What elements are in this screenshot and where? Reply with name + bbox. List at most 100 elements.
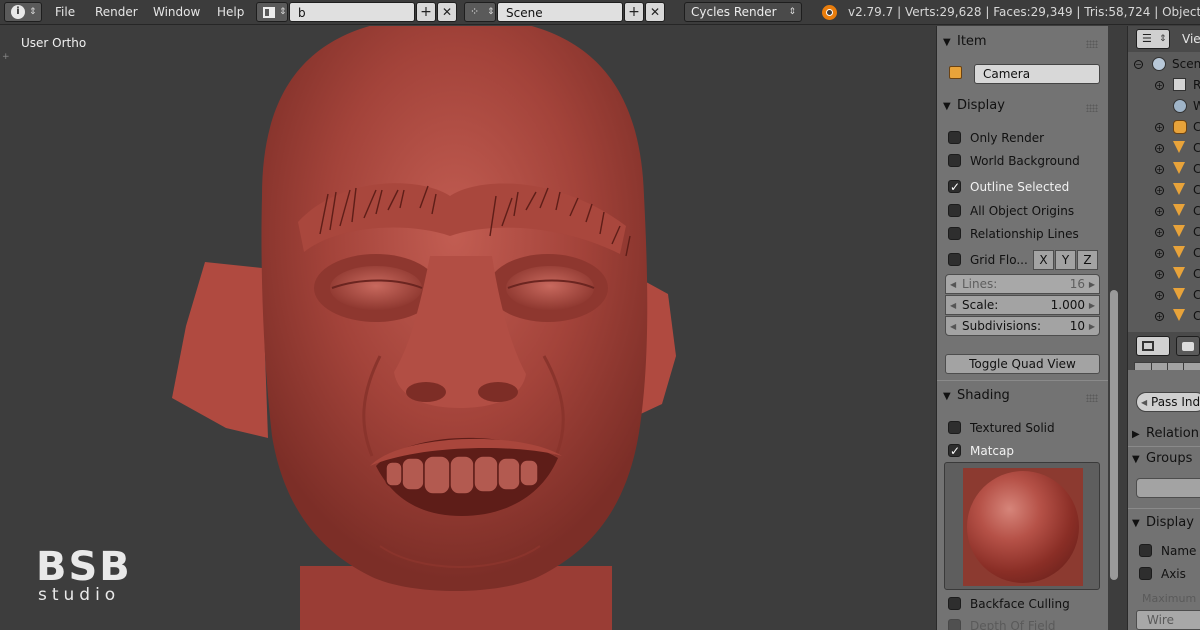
show-name-checkbox[interactable]: Name <box>1139 542 1196 560</box>
toggle-quad-view-button[interactable]: Toggle Quad View <box>945 354 1100 374</box>
groups-panel-header[interactable]: ▼ Groups <box>1132 449 1192 469</box>
outliner-camera-row[interactable]: + C <box>1128 117 1200 138</box>
render-tab-button[interactable] <box>1176 336 1200 356</box>
relations-panel-header[interactable]: ▶ Relation <box>1132 424 1199 444</box>
item-panel-header[interactable]: ▼ Item <box>943 32 987 52</box>
expand-icon[interactable]: + <box>1155 228 1164 237</box>
screen-layout-name-field[interactable]: b <box>289 2 415 22</box>
screen-layout-button[interactable]: ⇕ <box>256 2 288 22</box>
increment-arrow-icon[interactable]: ▶ <box>1089 275 1095 294</box>
grid-subdivisions-field[interactable]: ◀ Subdivisions: 10 ▶ <box>945 316 1100 336</box>
decrement-arrow-icon[interactable]: ◀ <box>950 275 956 294</box>
outliner-mesh-row[interactable]: + C <box>1128 243 1200 264</box>
add-to-group-button[interactable] <box>1136 478 1200 498</box>
expand-icon[interactable]: + <box>1155 186 1164 195</box>
backface-culling-checkbox[interactable]: Backface Culling <box>948 595 1070 613</box>
checkbox-box[interactable] <box>948 253 961 266</box>
outline-selected-checkbox[interactable]: Outline Selected <box>948 178 1069 196</box>
checkbox-box[interactable] <box>948 204 961 217</box>
add-screen-button[interactable]: + <box>416 2 436 22</box>
draw-type-dropdown[interactable]: Wire <box>1136 610 1200 630</box>
scene-select-button[interactable]: ⁘ ⇕ <box>464 2 496 22</box>
outliner-mesh-row[interactable]: + C <box>1128 264 1200 285</box>
all-object-origins-checkbox[interactable]: All Object Origins <box>948 202 1074 220</box>
axis-x-toggle[interactable]: X <box>1033 250 1054 270</box>
outliner-mesh-row[interactable]: + C <box>1128 201 1200 222</box>
pass-index-field[interactable]: ◀ Pass Index <box>1136 392 1200 412</box>
decrement-arrow-icon[interactable]: ◀ <box>1141 393 1147 412</box>
render-engine-dropdown[interactable]: Cycles Render ⇕ <box>684 2 802 22</box>
menu-window[interactable]: Window <box>153 0 200 25</box>
expand-icon[interactable]: + <box>1155 249 1164 258</box>
axis-z-toggle[interactable]: Z <box>1077 250 1098 270</box>
depth-of-field-checkbox[interactable]: Depth Of Field <box>948 617 1056 630</box>
outliner-scene-row[interactable]: − Scene <box>1128 54 1200 75</box>
display-panel-header[interactable]: ▼ Display <box>943 96 1005 116</box>
increment-arrow-icon[interactable]: ▶ <box>1089 317 1095 336</box>
expand-icon[interactable]: + <box>1155 312 1164 321</box>
show-axis-checkbox[interactable]: Axis <box>1139 565 1186 583</box>
checkbox-box[interactable] <box>1139 544 1152 557</box>
menu-render[interactable]: Render <box>95 0 138 25</box>
delete-screen-button[interactable]: ✕ <box>437 2 457 22</box>
world-background-checkbox[interactable]: World Background <box>948 152 1080 170</box>
axis-y-toggle[interactable]: Y <box>1055 250 1076 270</box>
checkbox-box[interactable] <box>1139 567 1152 580</box>
expand-icon[interactable]: + <box>1155 207 1164 216</box>
expand-icon[interactable]: + <box>1155 144 1164 153</box>
outliner-mesh-row[interactable]: + C <box>1128 306 1200 327</box>
outliner-mesh-row[interactable]: + C <box>1128 159 1200 180</box>
outliner-mesh-row[interactable]: + C <box>1128 180 1200 201</box>
outliner-view-menu[interactable]: View <box>1182 26 1200 52</box>
drag-grip-icon[interactable] <box>1086 40 1098 48</box>
expand-icon[interactable]: + <box>1155 165 1164 174</box>
checkbox-box[interactable] <box>948 154 961 167</box>
decrement-arrow-icon[interactable]: ◀ <box>950 296 956 315</box>
outliner-world-row[interactable]: W <box>1128 96 1200 117</box>
menu-help[interactable]: Help <box>217 0 244 25</box>
editor-type-button[interactable]: i ⇕ <box>4 2 42 22</box>
checkbox-box-checked[interactable] <box>948 442 961 460</box>
checkbox-box[interactable] <box>948 131 961 144</box>
outliner-render-row[interactable]: + R <box>1128 75 1200 96</box>
outliner-mesh-row[interactable]: + C <box>1128 222 1200 243</box>
shading-panel-header[interactable]: ▼ Shading <box>943 386 1010 406</box>
3d-viewport[interactable]: User Ortho + BSB studio <box>0 26 935 630</box>
field-value: 16 <box>1069 277 1085 291</box>
properties-editor-type-button[interactable] <box>1136 336 1170 356</box>
checkbox-box[interactable] <box>948 421 961 434</box>
checkbox-box[interactable] <box>948 227 961 240</box>
outliner-mesh-row[interactable]: + C <box>1128 285 1200 306</box>
increment-arrow-icon[interactable]: ▶ <box>1089 296 1095 315</box>
menu-file[interactable]: File <box>55 0 75 25</box>
textured-solid-checkbox[interactable]: Textured Solid <box>948 419 1055 437</box>
checkbox-box[interactable] <box>948 619 961 630</box>
properties-shelf: ▼ Item Camera ▼ Display Only Render World … <box>936 26 1108 630</box>
drag-grip-icon[interactable] <box>1086 394 1098 402</box>
matcap-checkbox[interactable]: Matcap <box>948 442 1014 460</box>
properties-scrollbar[interactable] <box>1110 290 1118 580</box>
expand-icon[interactable]: + <box>1155 291 1164 300</box>
scene-name-field[interactable]: Scene <box>497 2 623 22</box>
drag-grip-icon[interactable] <box>1086 104 1098 112</box>
grid-floor-checkbox[interactable]: Grid Flo... <box>948 251 1028 269</box>
object-name-field[interactable]: Camera <box>974 64 1100 84</box>
matcap-preview[interactable] <box>944 462 1100 590</box>
grid-scale-field[interactable]: ◀ Scale: 1.000 ▶ <box>945 295 1100 315</box>
outliner-header: ☰ ⇕ View <box>1128 26 1200 52</box>
outliner-mesh-row[interactable]: + C <box>1128 138 1200 159</box>
add-scene-button[interactable]: + <box>624 2 644 22</box>
checkbox-box[interactable] <box>948 597 961 610</box>
expand-icon[interactable]: + <box>1155 123 1164 132</box>
expand-icon[interactable]: − <box>1134 60 1143 69</box>
expand-icon[interactable]: + <box>1155 81 1164 90</box>
relationship-lines-checkbox[interactable]: Relationship Lines <box>948 225 1079 243</box>
display-properties-header[interactable]: ▼ Display <box>1132 513 1194 533</box>
grid-lines-field[interactable]: ◀ Lines: 16 ▶ <box>945 274 1100 294</box>
delete-scene-button[interactable]: ✕ <box>645 2 665 22</box>
checkbox-box-checked[interactable] <box>948 178 961 196</box>
only-render-checkbox[interactable]: Only Render <box>948 129 1044 147</box>
decrement-arrow-icon[interactable]: ◀ <box>950 317 956 336</box>
outliner-editor-type-button[interactable]: ☰ ⇕ <box>1136 29 1170 49</box>
expand-icon[interactable]: + <box>1155 270 1164 279</box>
